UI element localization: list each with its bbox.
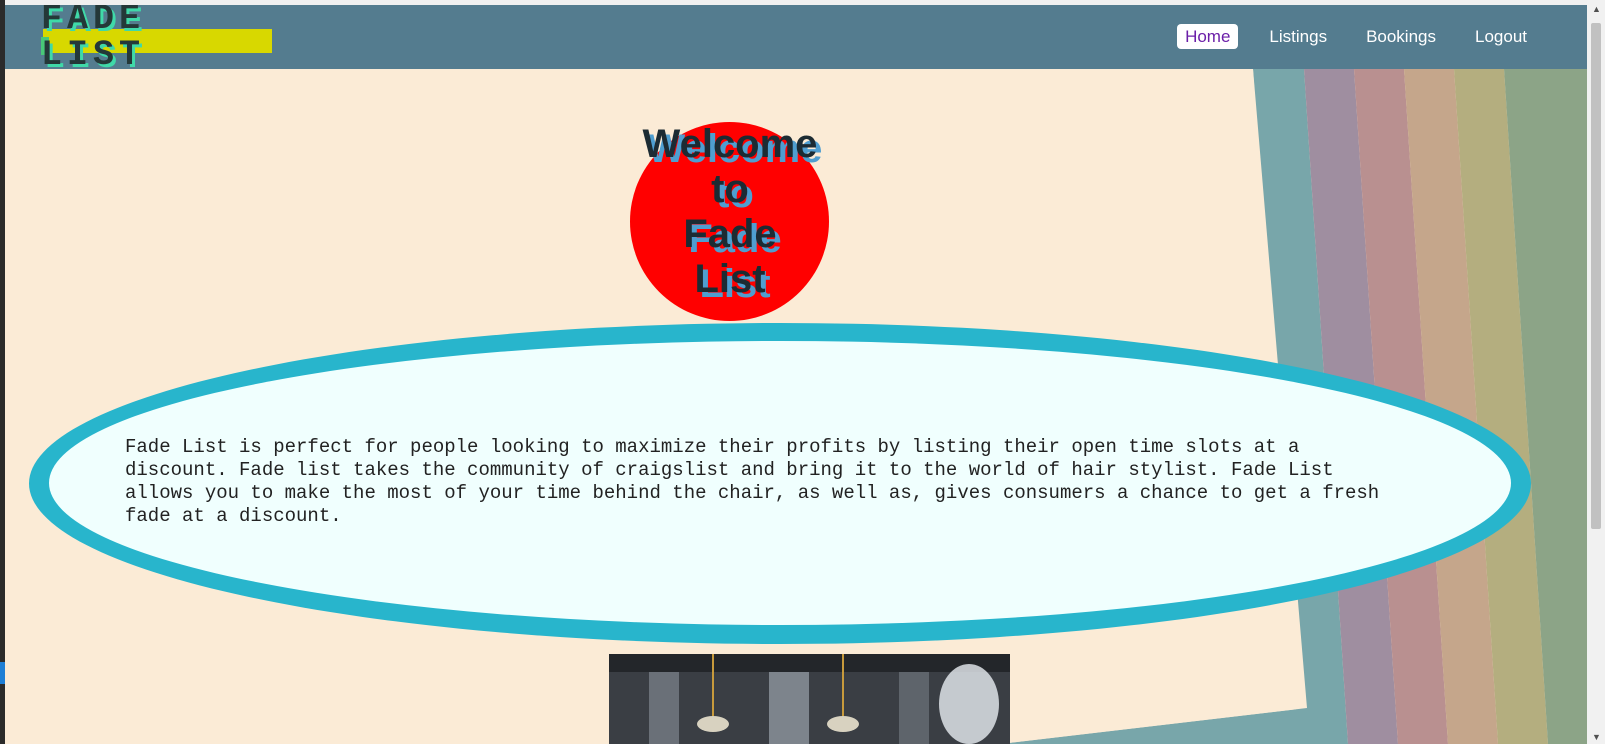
- nav-home-link[interactable]: Home: [1177, 24, 1239, 49]
- scrollbar-thumb[interactable]: [1591, 23, 1601, 529]
- top-navbar: FADE LIST Home Listings Bookings Logout: [5, 1, 1587, 73]
- scroll-down-arrow-icon[interactable]: ▼: [1592, 732, 1601, 742]
- welcome-line-2: to: [711, 167, 749, 211]
- barbershop-photo: [609, 654, 1010, 744]
- nav-listings-link[interactable]: Listings: [1261, 24, 1335, 49]
- edge-accent: [0, 662, 5, 684]
- welcome-line-3: Fade: [683, 212, 777, 256]
- brand-logo[interactable]: FADE LIST: [41, 1, 273, 73]
- nav-links: Home Listings Bookings Logout: [1154, 24, 1535, 49]
- barbershop-photo-art: [609, 654, 1010, 744]
- welcome-line-1: Welcome: [642, 122, 818, 166]
- nav-bookings-link[interactable]: Bookings: [1358, 24, 1444, 49]
- nav-logout-link[interactable]: Logout: [1467, 24, 1535, 49]
- welcome-line-4: List: [694, 257, 766, 301]
- left-window-edge: [0, 0, 5, 744]
- scroll-up-arrow-icon[interactable]: ▲: [1592, 4, 1601, 14]
- window-top-edge: [0, 0, 1605, 5]
- welcome-heading: Welcome to Fade List: [612, 122, 848, 302]
- page-scrollbar[interactable]: ▲ ▼: [1587, 0, 1605, 744]
- about-paragraph: Fade List is perfect for people looking …: [125, 436, 1380, 527]
- logo-text: FADE LIST: [41, 0, 146, 75]
